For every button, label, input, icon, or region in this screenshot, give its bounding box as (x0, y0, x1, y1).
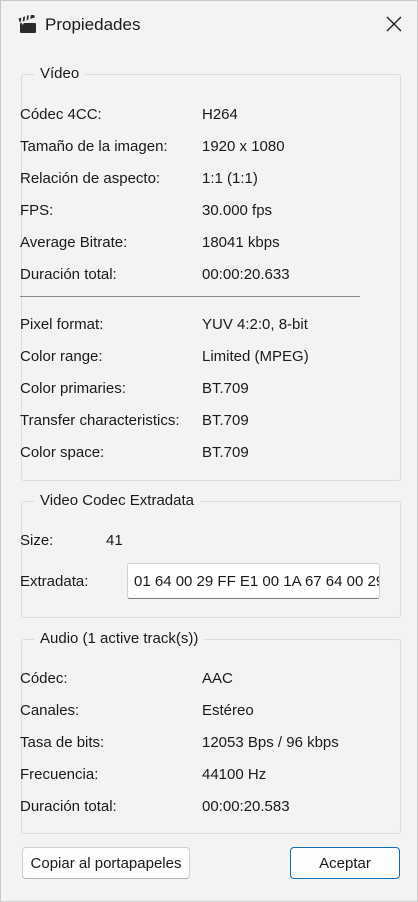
video-row-fps: FPS: 30.000 fps (20, 201, 365, 221)
video-group-title: Vídeo (34, 64, 86, 84)
title-bar: Propiedades (1, 1, 417, 51)
row-value: 18041 kbps (202, 234, 280, 251)
row-value: AAC (202, 670, 233, 687)
row-label: Transfer characteristics: (20, 412, 180, 429)
row-value: H264 (202, 106, 238, 123)
video-row-transfer: Transfer characteristics: BT.709 (20, 411, 365, 431)
row-label: Códec: (20, 670, 68, 687)
row-value: 00:00:20.583 (202, 798, 290, 815)
row-label: Duración total: (20, 266, 117, 283)
audio-row-frequency: Frecuencia: 44100 Hz (20, 765, 365, 785)
row-value: 30.000 fps (202, 202, 273, 219)
row-value: 1920 x 1080 (202, 138, 285, 155)
audio-row-duration: Duración total: 00:00:20.583 (20, 797, 365, 817)
copy-to-clipboard-button[interactable]: Copiar al portapapeles (22, 847, 190, 879)
video-row-color-primaries: Color primaries: BT.709 (20, 379, 365, 399)
video-row-size: Tamaño de la imagen: 1920 x 1080 (20, 137, 365, 157)
audio-row-codec: Códec: AAC (20, 669, 365, 689)
row-value: YUV 4:2:0, 8-bit (202, 316, 308, 333)
video-row-bitrate: Average Bitrate: 18041 kbps (20, 233, 365, 253)
row-label: Average Bitrate: (20, 234, 128, 251)
row-value: Limited (MPEG) (202, 348, 309, 365)
row-label: Color range: (20, 348, 103, 365)
extradata-field[interactable]: 01 64 00 29 FF E1 00 1A 67 64 00 29 AC 2… (127, 563, 380, 599)
row-label: Extradata: (20, 573, 89, 590)
row-label: FPS: (20, 202, 54, 219)
extradata-row-size: Size: 41 (20, 531, 365, 551)
close-icon (386, 16, 402, 36)
row-label: Color primaries: (20, 380, 126, 397)
video-row-aspect: Relación de aspecto: 1:1 (1:1) (20, 169, 365, 189)
row-label: Color space: (20, 444, 105, 461)
audio-row-channels: Canales: Estéreo (20, 701, 365, 721)
video-row-duration: Duración total: 00:00:20.633 (20, 265, 365, 285)
video-row-color-space: Color space: BT.709 (20, 443, 365, 463)
row-label: Pixel format: (20, 316, 104, 333)
audio-row-bitrate: Tasa de bits: 12053 Bps / 96 kbps (20, 733, 365, 753)
clapperboard-icon (18, 13, 38, 35)
extradata-group-title: Video Codec Extradata (34, 491, 200, 511)
row-value: 12053 Bps / 96 kbps (202, 734, 339, 751)
audio-group-title: Audio (1 active track(s)) (34, 629, 205, 649)
row-label: Canales: (20, 702, 80, 719)
row-value: BT.709 (202, 380, 249, 397)
row-value: 1:1 (1:1) (202, 170, 258, 187)
video-row-color-range: Color range: Limited (MPEG) (20, 347, 365, 367)
row-label: Tasa de bits: (20, 734, 105, 751)
row-value: 00:00:20.633 (202, 266, 290, 283)
row-value: 41 (106, 532, 123, 549)
row-value: 44100 Hz (202, 766, 267, 783)
extradata-group: Video Codec Extradata (21, 491, 401, 618)
row-value: Estéreo (202, 702, 254, 719)
close-button[interactable] (371, 1, 417, 51)
row-value: BT.709 (202, 412, 249, 429)
row-label: Códec 4CC: (20, 106, 102, 123)
accept-button[interactable]: Aceptar (290, 847, 400, 879)
row-label: Tamaño de la imagen: (20, 138, 168, 155)
video-row-pixel-format: Pixel format: YUV 4:2:0, 8-bit (20, 315, 365, 335)
window-title: Propiedades (45, 15, 141, 34)
video-row-codec: Códec 4CC: H264 (20, 105, 365, 125)
row-value: BT.709 (202, 444, 249, 461)
properties-dialog: Propiedades Vídeo Códec 4CC: H264 Tamaño… (0, 0, 418, 902)
row-label: Size: (20, 532, 54, 549)
divider (20, 296, 360, 297)
row-label: Relación de aspecto: (20, 170, 161, 187)
row-label: Frecuencia: (20, 766, 99, 783)
row-label: Duración total: (20, 798, 117, 815)
